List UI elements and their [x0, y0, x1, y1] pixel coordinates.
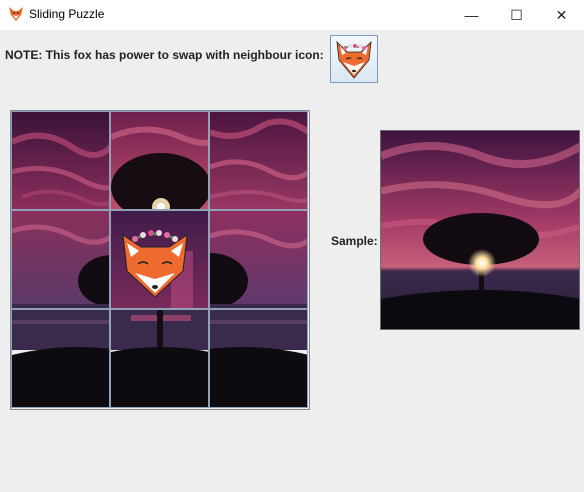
- tile-image-tree-right: [210, 211, 307, 308]
- tile-image-sky: [210, 112, 307, 209]
- puzzle-tile[interactable]: [11, 111, 110, 210]
- fox-flower-crown-icon: [336, 40, 372, 79]
- maximize-icon: ☐: [510, 6, 523, 23]
- tile-image-sea: [210, 310, 307, 407]
- puzzle-tile-fox[interactable]: [110, 210, 209, 309]
- tile-image-tree-left: [12, 211, 109, 308]
- minimize-button[interactable]: —: [449, 0, 494, 30]
- puzzle-tile[interactable]: [209, 309, 308, 408]
- puzzle-tile[interactable]: [110, 111, 209, 210]
- maximize-button[interactable]: ☐: [494, 0, 539, 30]
- sample-tree-sunset-image: [381, 131, 579, 329]
- tile-image-tree-top: [111, 112, 208, 209]
- puzzle-tile[interactable]: [209, 111, 308, 210]
- tile-image-trunk: [111, 310, 208, 407]
- close-icon: ✕: [555, 6, 568, 23]
- puzzle-tile[interactable]: [110, 309, 209, 408]
- close-button[interactable]: ✕: [539, 0, 584, 30]
- sample-image: [380, 130, 580, 330]
- puzzle-grid: [10, 110, 310, 410]
- sample-label: Sample:: [331, 234, 378, 248]
- fox-icon: [9, 7, 23, 21]
- tile-image-sea: [12, 310, 109, 407]
- title-bar: Sliding Puzzle — ☐ ✕: [0, 0, 584, 30]
- puzzle-tile[interactable]: [11, 210, 110, 309]
- tile-image-sky: [12, 112, 109, 209]
- fox-swap-button[interactable]: [330, 35, 378, 83]
- window-title: Sliding Puzzle: [29, 7, 105, 21]
- minimize-icon: —: [464, 7, 479, 23]
- puzzle-tile[interactable]: [209, 210, 308, 309]
- puzzle-tile[interactable]: [11, 309, 110, 408]
- note-text: NOTE: This fox has power to swap with ne…: [5, 48, 324, 62]
- tile-image-fox: [111, 211, 208, 308]
